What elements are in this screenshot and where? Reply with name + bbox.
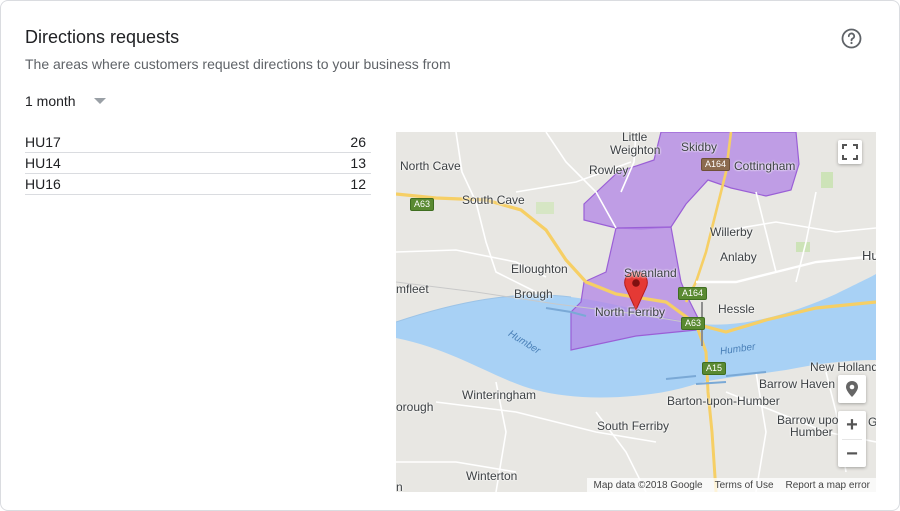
place-label: Willerby [710, 225, 753, 239]
place-label: Weighton [610, 143, 661, 157]
help-circle-icon[interactable] [841, 28, 862, 49]
directions-requests-card: Directions requests The areas where cust… [0, 0, 900, 511]
place-label: Barrow Haven [759, 377, 836, 391]
count-cell: 13 [350, 155, 366, 171]
road-shield: A63 [410, 198, 435, 211]
map-data-credit: Map data ©2018 Google [593, 479, 703, 491]
card-title: Directions requests [25, 27, 180, 47]
place-label: South Cave [462, 193, 525, 207]
period-dropdown[interactable]: 1 month [25, 93, 106, 109]
place-label: Humber [790, 425, 833, 439]
place-label: Swanland [624, 266, 677, 280]
place-label: North Ferriby [595, 305, 666, 319]
terms-of-use-link[interactable]: Terms of Use [709, 480, 780, 491]
place-label: Hu [862, 248, 876, 263]
postcode-cell: HU17 [25, 134, 61, 150]
place-label: North Cave [400, 159, 461, 173]
road-shield: A63 [681, 317, 706, 330]
place-label: New Holland [810, 360, 876, 374]
place-label: Anlaby [720, 250, 757, 264]
place-label: mfleet [396, 282, 429, 296]
period-label: 1 month [25, 93, 76, 109]
report-map-error-link[interactable]: Report a map error [780, 480, 876, 491]
place-label: Hessle [718, 302, 755, 316]
map-attribution: Map data ©2018 Google Terms of Use Repor… [587, 478, 876, 492]
place-label: Rowley [589, 163, 629, 177]
directions-map[interactable]: Little Weighton Skidby Cottingham North … [396, 132, 876, 492]
place-label: G [868, 415, 876, 429]
postcode-table: HU17 26 HU14 13 HU16 12 [25, 132, 371, 195]
postcode-cell: HU14 [25, 155, 61, 171]
road-shield: A164 [678, 287, 708, 300]
place-label: Winterton [466, 469, 518, 483]
place-label: Cottingham [734, 159, 796, 173]
place-label: Brough [514, 287, 553, 301]
zoom-in-button[interactable]: + [838, 411, 866, 439]
count-cell: 12 [350, 176, 366, 192]
place-label: n [396, 480, 403, 492]
table-row: HU14 13 [25, 153, 371, 174]
place-label: Winteringham [462, 388, 537, 402]
road-shield: A15 [702, 362, 727, 375]
caret-down-icon [93, 98, 106, 104]
zoom-control: + − [838, 411, 866, 467]
card-subtitle: The areas where customers request direct… [25, 56, 451, 72]
place-label: orough [396, 400, 434, 414]
zoom-out-button[interactable]: − [838, 440, 866, 468]
table-row: HU16 12 [25, 174, 371, 195]
place-label: South Ferriby [597, 419, 670, 433]
place-label: Elloughton [511, 262, 568, 276]
place-label: Barton-upon-Humber [667, 394, 780, 408]
table-row: HU17 26 [25, 132, 371, 153]
fullscreen-icon[interactable] [838, 140, 862, 164]
place-label: Skidby [681, 140, 718, 154]
place-marker-icon[interactable] [838, 375, 866, 403]
count-cell: 26 [350, 134, 366, 150]
road-shield: A164 [701, 158, 731, 171]
postcode-cell: HU16 [25, 176, 61, 192]
